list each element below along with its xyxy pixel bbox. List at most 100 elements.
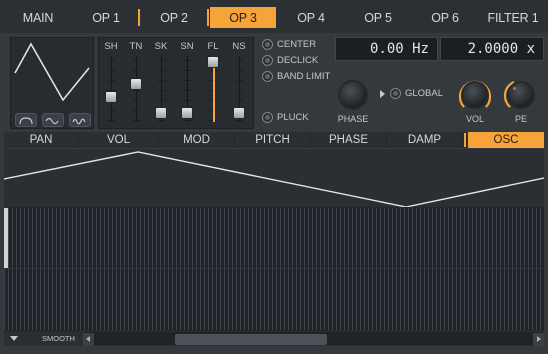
sine-wave-icon xyxy=(45,117,59,125)
band-limit-toggle[interactable]: BAND LIMIT xyxy=(262,71,330,82)
scroll-left-button[interactable] xyxy=(83,333,94,346)
editor-footer: SMOOTH xyxy=(4,331,544,346)
slider-handle-sn[interactable] xyxy=(181,107,193,120)
pluck-radio-icon xyxy=(262,112,273,123)
slider-tick xyxy=(133,110,140,111)
slider-tick xyxy=(184,100,191,101)
vol-label: VOL xyxy=(465,114,484,124)
vol-knob[interactable] xyxy=(461,81,489,109)
band-limit-radio-icon xyxy=(262,71,273,82)
slider-tick xyxy=(133,120,140,121)
tab-op5[interactable]: OP 5 xyxy=(346,7,410,28)
phase-knob[interactable] xyxy=(338,80,368,110)
slider-tick xyxy=(158,60,165,61)
tab-filter1[interactable]: FILTER 1 xyxy=(480,7,546,28)
slider-tick xyxy=(184,80,191,81)
operator-panel: SH TN SK SN FL NS CENTER DECLICK BAND LI… xyxy=(4,33,548,130)
horizontal-scrollbar[interactable] xyxy=(83,332,544,346)
phase-label: PHASE xyxy=(337,114,369,124)
slider-tick xyxy=(108,110,115,111)
pluck-toggle[interactable]: PLUCK xyxy=(262,112,309,123)
slider-tick xyxy=(236,90,243,91)
slider-tick xyxy=(184,120,191,121)
bell-curve-button[interactable] xyxy=(15,113,37,127)
tab-op2[interactable]: OP 2 xyxy=(142,7,206,28)
play-arrow-icon xyxy=(380,90,385,98)
envelope-editor[interactable] xyxy=(3,149,545,331)
slider-handle-sk[interactable] xyxy=(155,107,167,120)
selected-step-bar[interactable] xyxy=(4,208,8,268)
tab-vol[interactable]: VOL xyxy=(79,132,159,148)
arrow-right-icon xyxy=(537,336,541,342)
tab-op6[interactable]: OP 6 xyxy=(412,7,478,28)
global-toggle[interactable]: GLOBAL xyxy=(390,88,443,99)
tab-pitch[interactable]: PITCH xyxy=(235,132,311,148)
slider-tick xyxy=(108,120,115,121)
slider-tick xyxy=(236,120,243,121)
pe-knob-indicator xyxy=(513,87,516,90)
scroll-right-button[interactable] xyxy=(533,333,544,346)
tab-separator xyxy=(207,9,209,26)
envelope-line xyxy=(3,151,545,208)
waveform-envelope-view[interactable] xyxy=(3,149,545,208)
chevron-down-icon[interactable] xyxy=(10,336,18,341)
tab-phase[interactable]: PHASE xyxy=(311,132,387,148)
slider-tick xyxy=(184,60,191,61)
tab-op3[interactable]: OP 3 xyxy=(210,7,276,28)
pe-knob[interactable] xyxy=(507,81,535,109)
declick-toggle[interactable]: DECLICK xyxy=(262,55,318,66)
double-sine-button[interactable] xyxy=(69,113,91,127)
slider-tick xyxy=(108,60,115,61)
tab-main[interactable]: MAIN xyxy=(10,7,66,28)
sine-wave-button[interactable] xyxy=(42,113,64,127)
slider-tick xyxy=(133,100,140,101)
global-label: GLOBAL xyxy=(405,88,444,99)
slider-tick xyxy=(236,100,243,101)
slider-handle-sh[interactable] xyxy=(105,91,117,104)
slider-handle-ns[interactable] xyxy=(233,107,245,120)
tab-separator xyxy=(138,9,140,26)
slider-label-sn: SN xyxy=(180,41,194,52)
tab-pan[interactable]: PAN xyxy=(4,132,79,148)
center-label: CENTER xyxy=(277,39,317,50)
pe-label: PE xyxy=(514,114,527,124)
slider-tick xyxy=(158,100,165,101)
slider-tick xyxy=(133,90,140,91)
shape-sliders: SH TN SK SN FL NS xyxy=(98,37,254,129)
arrow-left-icon xyxy=(86,336,90,342)
scroll-thumb[interactable] xyxy=(175,334,327,345)
center-toggle[interactable]: CENTER xyxy=(262,39,316,50)
tab-osc[interactable]: OSC xyxy=(468,132,544,148)
operator-tab-bar: MAIN OP 1 OP 2 OP 3 OP 4 OP 5 OP 6 FILTE… xyxy=(0,0,548,33)
slider-tick xyxy=(133,60,140,61)
tab-mod[interactable]: MOD xyxy=(159,132,235,148)
slider-handle-fl[interactable] xyxy=(207,56,219,68)
smooth-label[interactable]: SMOOTH xyxy=(42,334,75,343)
slider-tick xyxy=(236,60,243,61)
slider-tick xyxy=(158,90,165,91)
slider-tick xyxy=(236,70,243,71)
slider-fill xyxy=(212,68,215,122)
slider-tick xyxy=(108,80,115,81)
tab-op1[interactable]: OP 1 xyxy=(76,7,136,28)
step-bar-grid[interactable] xyxy=(4,208,544,330)
tab-separator xyxy=(464,133,466,147)
envelope-tab-bar: PAN VOL MOD PITCH PHASE DAMP OSC xyxy=(4,132,544,148)
tab-damp[interactable]: DAMP xyxy=(387,132,463,148)
triangle-wave-icon xyxy=(14,42,90,102)
slider-handle-tn[interactable] xyxy=(130,77,142,90)
slider-label-ns: NS xyxy=(232,41,246,52)
double-sine-icon xyxy=(72,118,86,125)
tab-op4[interactable]: OP 4 xyxy=(278,7,344,28)
slider-label-sk: SK xyxy=(154,41,168,52)
ratio-display[interactable]: 2.0000 x xyxy=(440,37,544,61)
waveform-preview[interactable] xyxy=(10,37,94,129)
slider-tick xyxy=(236,80,243,81)
grid-midline xyxy=(4,268,544,269)
slider-tick xyxy=(158,80,165,81)
slider-label-tn: TN xyxy=(129,41,143,52)
band-limit-label: BAND LIMIT xyxy=(277,71,331,82)
slider-label-fl: FL xyxy=(207,41,219,52)
frequency-display[interactable]: 0.00 Hz xyxy=(335,37,438,61)
slider-tick xyxy=(158,70,165,71)
